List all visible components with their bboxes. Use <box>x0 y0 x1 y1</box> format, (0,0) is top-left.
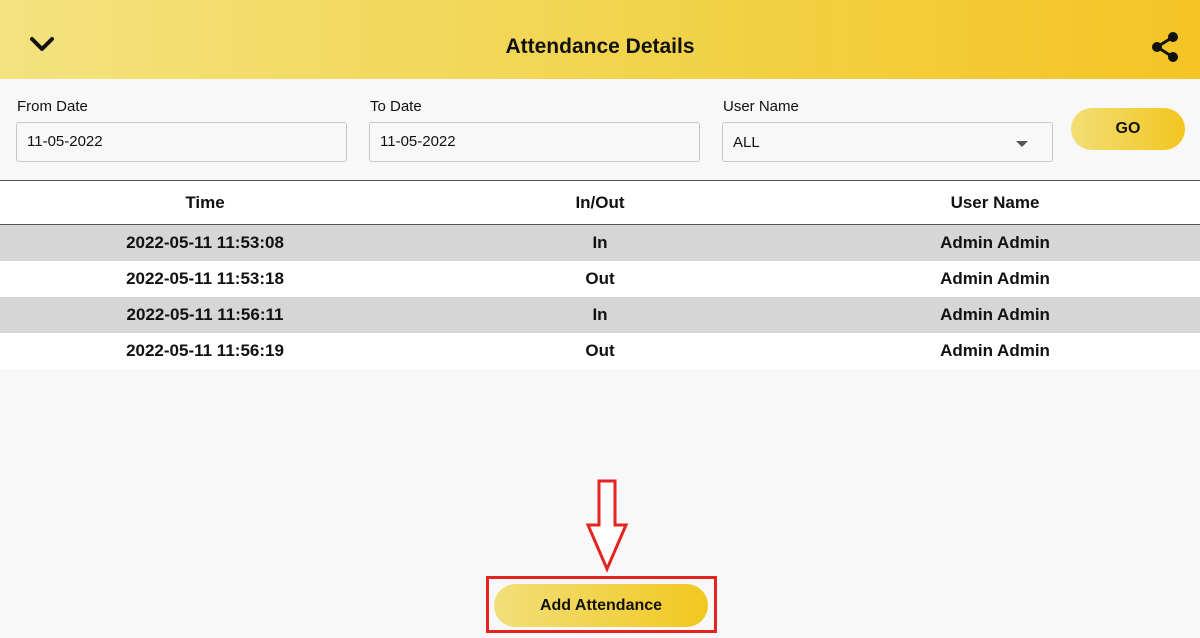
time-cell: 2022-05-11 11:56:19 <box>126 341 284 360</box>
from-date-label: From Date <box>17 98 88 115</box>
table-row[interactable]: 2022-05-11 11:53:08 In Admin Admin <box>0 225 1200 261</box>
dropdown-arrow-icon <box>1016 141 1028 147</box>
table-header: Time In/Out User Name <box>0 180 1200 225</box>
in-out-cell: In <box>592 305 608 324</box>
add-attendance-button[interactable]: Add Attendance <box>494 584 708 627</box>
go-button[interactable]: GO <box>1071 108 1185 150</box>
table-row[interactable]: 2022-05-11 11:56:19 Out Admin Admin <box>0 333 1200 369</box>
to-date-label: To Date <box>370 98 422 115</box>
time-cell: 2022-05-11 11:53:18 <box>126 269 284 288</box>
in-out-cell: Out <box>585 341 615 360</box>
user-name-cell: Admin Admin <box>940 233 1050 252</box>
to-date-field[interactable]: 11-05-2022 <box>369 122 700 162</box>
in-out-cell: In <box>592 233 608 252</box>
user-name-cell: Admin Admin <box>940 341 1050 360</box>
share-icon[interactable] <box>1148 30 1182 64</box>
user-name-select[interactable]: ALL <box>722 122 1053 162</box>
user-name-cell: Admin Admin <box>940 269 1050 288</box>
time-cell: 2022-05-11 11:53:08 <box>126 233 284 252</box>
column-header-user-name: User Name <box>950 192 1040 212</box>
filter-bar: From Date 11-05-2022 To Date 11-05-2022 … <box>0 79 1200 180</box>
table-row[interactable]: 2022-05-11 11:53:18 Out Admin Admin <box>0 261 1200 297</box>
chevron-down-icon[interactable] <box>26 28 58 60</box>
from-date-field[interactable]: 11-05-2022 <box>16 122 347 162</box>
attendance-table: Time In/Out User Name 2022-05-11 11:53:0… <box>0 180 1200 369</box>
user-name-selected: ALL <box>733 134 760 151</box>
in-out-cell: Out <box>585 269 615 288</box>
column-header-time: Time <box>185 192 225 212</box>
user-name-label: User Name <box>723 98 799 115</box>
user-name-cell: Admin Admin <box>940 305 1050 324</box>
column-header-in-out: In/Out <box>575 192 625 212</box>
down-arrow-icon <box>585 479 629 573</box>
table-row[interactable]: 2022-05-11 11:56:11 In Admin Admin <box>0 297 1200 333</box>
app-header: Attendance Details <box>0 0 1200 79</box>
time-cell: 2022-05-11 11:56:11 <box>126 305 284 324</box>
